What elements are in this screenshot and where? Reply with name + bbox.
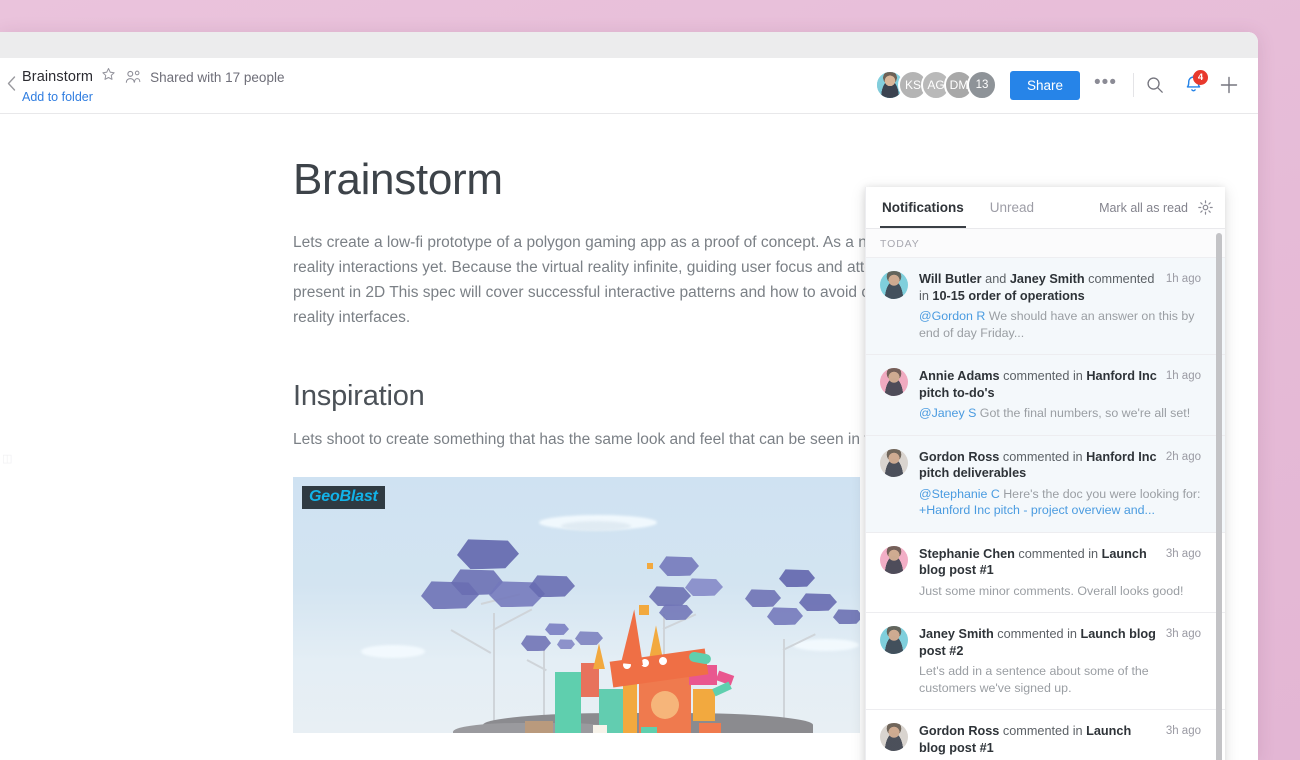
- notification-body: 3h ago Stephanie Chen commented in Launch…: [919, 546, 1201, 600]
- notification-snippet: Let's add in a sentence about some of th…: [919, 664, 1149, 695]
- back-chevron-icon[interactable]: [0, 58, 22, 95]
- tab-unread[interactable]: Unread: [988, 188, 1036, 228]
- video-watermark-label: GeoBlast: [302, 486, 385, 510]
- notification-snippet: @Janey S Got the final numbers, so we're…: [919, 406, 1191, 420]
- notification-item[interactable]: 3h ago Janey Smith commented in Launch bl…: [866, 613, 1225, 710]
- notification-timestamp: 3h ago: [1165, 725, 1201, 737]
- app-header-bar: Brainstorm Shared with 17 people Add to …: [0, 58, 1258, 114]
- notification-mention[interactable]: @Stephanie C: [919, 487, 1000, 501]
- star-outline-icon[interactable]: [101, 67, 116, 87]
- people-icon[interactable]: [124, 70, 142, 84]
- notification-headline: 1h ago Will Butler and Janey Smith commen…: [919, 272, 1201, 303]
- left-edge-glyph-icon: ◫: [2, 453, 13, 465]
- add-to-folder-link[interactable]: Add to folder: [22, 90, 284, 104]
- notification-item[interactable]: 1h ago Annie Adams commented in Hanford I…: [866, 355, 1225, 436]
- notification-body: 1h ago Will Butler and Janey Smith commen…: [919, 271, 1201, 341]
- notification-snippet: @Gordon R We should have an answer on th…: [919, 309, 1195, 340]
- document-meta: Brainstorm Shared with 17 people Add to …: [22, 58, 284, 104]
- avatar: [880, 368, 908, 396]
- notifications-bell-icon[interactable]: 4: [1176, 70, 1210, 100]
- notification-headline: 2h ago Gordon Ross commented in Hanford I…: [919, 449, 1201, 481]
- notification-timestamp: 3h ago: [1165, 628, 1201, 640]
- tab-notifications[interactable]: Notifications: [880, 188, 966, 228]
- avatar-overflow-count[interactable]: 13: [967, 70, 997, 100]
- gear-icon[interactable]: [1198, 200, 1213, 215]
- avatar: [880, 626, 908, 654]
- notifications-list: 1h ago Will Butler and Janey Smith commen…: [866, 258, 1225, 760]
- notification-body: 1h ago Annie Adams commented in Hanford I…: [919, 368, 1201, 422]
- more-options-icon[interactable]: •••: [1080, 73, 1129, 94]
- notification-body: 3h ago Gordon Ross commented in Launch bl…: [919, 723, 1201, 760]
- notification-count-badge: 4: [1193, 70, 1208, 85]
- notification-mention[interactable]: @Janey S: [919, 406, 976, 420]
- notification-timestamp: 2h ago: [1165, 450, 1201, 463]
- notifications-panel: Notifications Unread Mark all as read TO…: [865, 187, 1225, 760]
- notification-timestamp: 3h ago: [1165, 547, 1201, 560]
- notification-timestamp: 1h ago: [1165, 370, 1201, 382]
- document-title-row: Brainstorm Shared with 17 people: [22, 67, 284, 87]
- notifications-panel-header: Notifications Unread Mark all as read: [866, 187, 1225, 229]
- window-titlebar: [0, 32, 1258, 58]
- notification-snippet: Just some minor comments. Overall looks …: [919, 583, 1184, 598]
- notification-headline: 3h ago Stephanie Chen commented in Launch…: [919, 546, 1201, 578]
- app-window: Brainstorm Shared with 17 people Add to …: [0, 32, 1258, 760]
- notification-body: 2h ago Gordon Ross commented in Hanford I…: [919, 449, 1201, 519]
- document-canvas: ◫ Brainstorm Lets create a low-fi protot…: [0, 114, 1258, 760]
- avatar: [880, 723, 908, 751]
- collaborator-avatar-stack[interactable]: KS AG DM 13: [875, 70, 997, 100]
- avatar: [880, 545, 908, 574]
- notification-item[interactable]: 1h ago Will Butler and Janey Smith commen…: [866, 258, 1225, 355]
- notifications-list-scroll[interactable]: TODAY 1h ago Will Butler and Janey Smith …: [866, 229, 1225, 760]
- notification-doc-link[interactable]: +Hanford Inc pitch - project overview an…: [919, 503, 1155, 517]
- share-button[interactable]: Share: [1010, 70, 1081, 100]
- embedded-video-preview[interactable]: GeoBlast: [293, 477, 860, 734]
- avatar: [880, 271, 908, 299]
- notification-timestamp: 1h ago: [1165, 273, 1201, 285]
- app-header-actions: KS AG DM 13 Share ••• 4: [875, 58, 1258, 100]
- notification-mention[interactable]: @Gordon R: [919, 309, 985, 323]
- page-title: Brainstorm: [22, 69, 94, 85]
- notifications-scrollbar[interactable]: [1216, 233, 1222, 760]
- notification-body: 3h ago Janey Smith commented in Launch bl…: [919, 626, 1201, 696]
- notification-headline: 1h ago Annie Adams commented in Hanford I…: [919, 369, 1201, 400]
- plus-icon[interactable]: [1212, 70, 1246, 100]
- notification-item[interactable]: 3h ago Gordon Ross commented in Launch bl…: [866, 710, 1225, 760]
- notification-item[interactable]: 2h ago Gordon Ross commented in Hanford I…: [866, 435, 1225, 533]
- notification-headline: 3h ago Gordon Ross commented in Launch bl…: [919, 724, 1201, 755]
- notification-snippet: @Stephanie C Here's the doc you were loo…: [919, 486, 1201, 518]
- header-divider: [1133, 73, 1134, 97]
- search-icon[interactable]: [1138, 70, 1172, 100]
- avatar: [880, 448, 908, 477]
- mark-all-as-read-button[interactable]: Mark all as read: [1099, 201, 1188, 215]
- scrollbar-thumb[interactable]: [1216, 233, 1222, 760]
- notification-headline: 3h ago Janey Smith commented in Launch bl…: [919, 627, 1201, 658]
- shared-with-label: Shared with 17 people: [150, 69, 285, 85]
- notifications-day-label: TODAY: [866, 229, 1225, 258]
- notification-item[interactable]: 3h ago Stephanie Chen commented in Launch…: [866, 532, 1225, 613]
